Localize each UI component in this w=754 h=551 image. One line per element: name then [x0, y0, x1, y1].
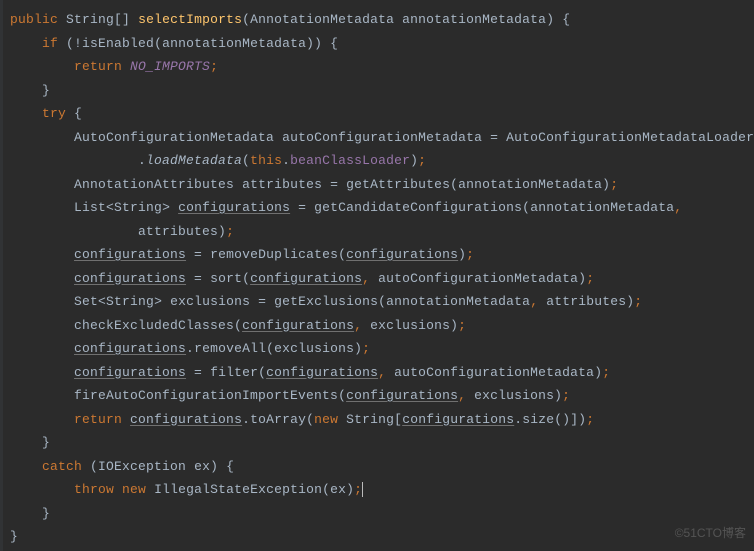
arg: attributes	[138, 224, 218, 239]
var: configurations	[130, 412, 242, 427]
type: List	[74, 200, 106, 215]
type: AnnotationAttributes	[74, 177, 234, 192]
arg: configurations	[266, 365, 378, 380]
keyword-try: try	[42, 106, 66, 121]
keyword-this: this	[250, 153, 282, 168]
watermark: ©51CTO博客	[675, 522, 746, 546]
call: fireAutoConfigurationImportEvents	[74, 388, 338, 403]
keyword-if: if	[42, 36, 58, 51]
type: Set	[74, 294, 98, 309]
var: configurations	[402, 412, 514, 427]
type: AutoConfigurationMetadata	[74, 130, 274, 145]
field: beanClassLoader	[290, 153, 410, 168]
arg: configurations	[242, 318, 354, 333]
arg: exclusions	[370, 318, 450, 333]
keyword-public: public	[10, 12, 58, 27]
arg: annotationMetadata	[162, 36, 306, 51]
call: sort	[210, 271, 242, 286]
keyword-catch: catch	[42, 459, 82, 474]
param-type: AnnotationMetadata	[250, 12, 394, 27]
var: autoConfigurationMetadata	[282, 130, 482, 145]
constant: NO_IMPORTS	[130, 59, 210, 74]
type: String	[106, 294, 154, 309]
var: configurations	[178, 200, 290, 215]
var: configurations	[74, 341, 186, 356]
call: checkExcludedClasses	[74, 318, 234, 333]
arg: ex	[330, 482, 346, 497]
arg: annotationMetadata	[386, 294, 530, 309]
call: loadMetadata	[146, 153, 242, 168]
keyword-return: return	[74, 59, 122, 74]
var: ex	[194, 459, 210, 474]
type: AutoConfigurationMetadataLoader	[506, 130, 754, 145]
call: size	[522, 412, 554, 427]
var: configurations	[74, 247, 186, 262]
keyword-return: return	[74, 412, 122, 427]
arg: exclusions	[274, 341, 354, 356]
call: toArray	[250, 412, 306, 427]
arg: exclusions	[474, 388, 554, 403]
call: removeAll	[194, 341, 266, 356]
arg: annotationMetadata	[458, 177, 602, 192]
param-name: annotationMetadata	[402, 12, 546, 27]
call: getAttributes	[346, 177, 450, 192]
call: getExclusions	[274, 294, 378, 309]
keyword-new: new	[314, 412, 338, 427]
call: filter	[210, 365, 258, 380]
type: String	[346, 412, 394, 427]
type: String	[114, 200, 162, 215]
var: configurations	[74, 271, 186, 286]
arg: annotationMetadata	[530, 200, 674, 215]
method-name: selectImports	[138, 12, 242, 27]
var: attributes	[242, 177, 322, 192]
call: isEnabled	[82, 36, 154, 51]
type: IllegalStateException	[154, 482, 322, 497]
keyword-new: new	[122, 482, 146, 497]
keyword-throw: throw	[74, 482, 114, 497]
type: IOException	[98, 459, 186, 474]
arg: autoConfigurationMetadata	[394, 365, 594, 380]
var: configurations	[74, 365, 186, 380]
arg: configurations	[250, 271, 362, 286]
type: String[]	[66, 12, 130, 27]
var: exclusions	[170, 294, 250, 309]
code-editor[interactable]: public String[] selectImports(Annotation…	[0, 0, 754, 549]
arg: configurations	[346, 247, 458, 262]
call: removeDuplicates	[210, 247, 338, 262]
arg: autoConfigurationMetadata	[378, 271, 578, 286]
arg: configurations	[346, 388, 458, 403]
call: getCandidateConfigurations	[314, 200, 522, 215]
arg: attributes	[546, 294, 626, 309]
